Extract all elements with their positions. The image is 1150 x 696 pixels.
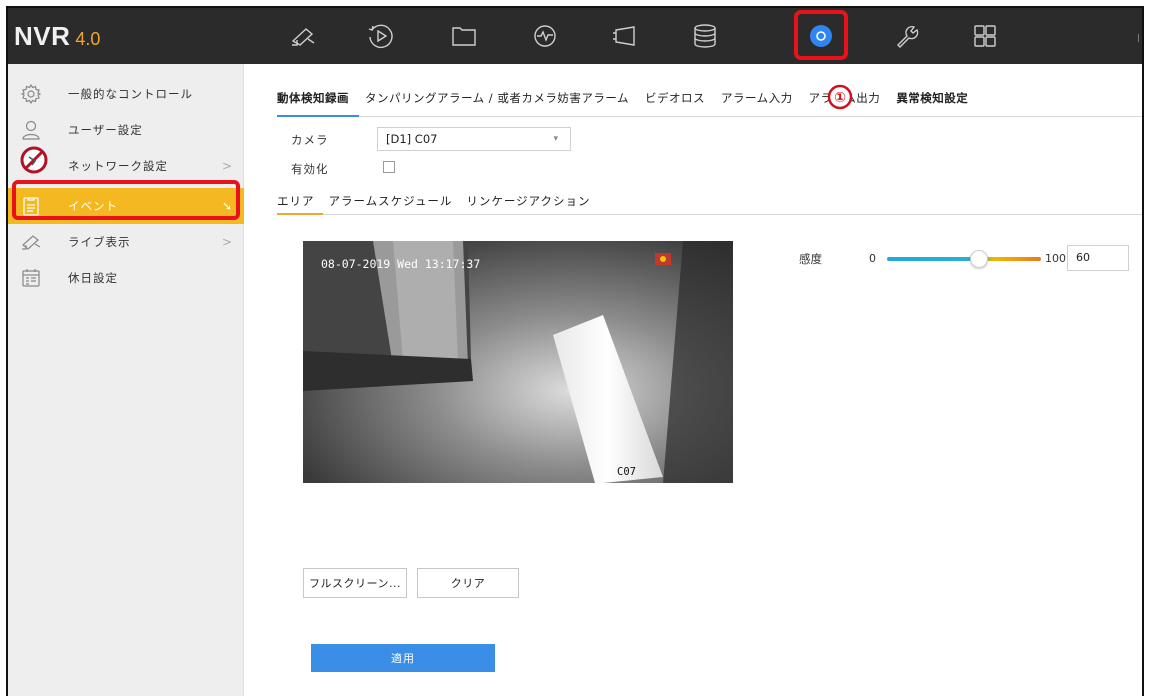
enable-checkbox[interactable]	[383, 161, 395, 173]
subtab-linkage-action[interactable]: リンケージアクション	[466, 193, 590, 209]
tabs-divider	[277, 116, 1142, 117]
sidebar-item-live-view[interactable]: ライブ表示 >	[8, 224, 244, 260]
sensitivity-label: 感度	[799, 252, 822, 266]
annotation-marker: ①	[827, 84, 853, 110]
enable-label: 有効化	[291, 162, 329, 176]
sensitivity-slider[interactable]	[887, 250, 1041, 268]
tab-exception[interactable]: 異常検知設定	[896, 90, 968, 106]
tab-alarm-input[interactable]: アラーム入力	[721, 90, 793, 106]
playback-icon[interactable]	[361, 18, 401, 54]
annotation-marker-text: ①	[834, 90, 846, 106]
storage-icon[interactable]	[685, 18, 725, 54]
topbar-edge-mark	[1138, 34, 1142, 42]
camera-select-value: [D1] C07	[386, 132, 438, 146]
camera-select[interactable]: [D1] C07 ▾	[377, 127, 571, 151]
camera-management-icon[interactable]	[605, 18, 645, 54]
live-view-camera-icon[interactable]	[283, 18, 323, 54]
brand-version: 4.0	[75, 29, 101, 49]
smart-analysis-icon[interactable]	[525, 18, 565, 54]
top-bar: NVR 4.0	[8, 8, 1142, 64]
calendar-icon	[20, 267, 42, 289]
sidebar-item-label: ライブ表示	[68, 235, 131, 249]
tab-motion-detection[interactable]: 動体検知録画	[277, 90, 349, 106]
apply-button[interactable]: 適用	[311, 644, 495, 672]
chevron-right-icon: >	[222, 159, 233, 173]
sidebar-item-user[interactable]: ユーザー設定	[8, 112, 244, 148]
maintenance-wrench-icon[interactable]	[887, 18, 927, 54]
tab-tampering-alarm[interactable]: タンパリングアラーム / 或者カメラ妨害アラーム	[365, 90, 629, 106]
video-channel-name: C07	[617, 466, 636, 478]
fullscreen-button[interactable]: フルスクリーン...	[303, 568, 407, 598]
sidebar-item-label: 一般的なコントロール	[68, 87, 193, 101]
subtabs-divider	[277, 214, 1142, 215]
subtab-alarm-schedule[interactable]: アラームスケジュール	[329, 193, 453, 209]
active-tab-indicator	[277, 115, 359, 117]
camera-icon	[20, 231, 42, 253]
sidebar-item-label: 休日設定	[68, 271, 118, 285]
sidebar-item-holiday[interactable]: 休日設定	[8, 260, 244, 296]
gear-outline-icon	[20, 83, 42, 105]
apps-grid-icon[interactable]	[965, 18, 1005, 54]
main-panel: 動体検知録画 タンパリングアラーム / 或者カメラ妨害アラーム ビデオロス アラ…	[245, 64, 1142, 696]
nvr-window: NVR 4.0 一般的なコントロール ユーザー設定 ネットワーク設定 > イベン…	[6, 6, 1144, 696]
chevron-right-icon: >	[222, 235, 233, 249]
sidebar-item-label: ネットワーク設定	[68, 159, 168, 173]
camera-scene	[303, 241, 733, 483]
file-folder-icon[interactable]	[444, 18, 484, 54]
settings-highlight-box	[794, 10, 848, 60]
camera-preview[interactable]: 08-07-2019 Wed 13:17:37 C07	[303, 241, 733, 483]
tab-video-loss[interactable]: ビデオロス	[645, 90, 705, 106]
sidebar-item-general[interactable]: 一般的なコントロール	[8, 76, 244, 112]
recording-indicator-icon	[655, 253, 671, 265]
settings-subtabs: エリア アラームスケジュール リンケージアクション	[277, 193, 605, 209]
brand-name: NVR	[14, 21, 71, 51]
sidebar-item-label: ユーザー設定	[68, 123, 143, 137]
active-subtab-indicator	[277, 213, 323, 215]
chevron-down-icon: ▾	[553, 134, 558, 144]
event-highlight-box	[12, 180, 240, 220]
sidebar: 一般的なコントロール ユーザー設定 ネットワーク設定 > イベント ➘ ライブ表…	[8, 64, 244, 696]
sensitivity-min: 0	[869, 252, 876, 265]
camera-label: カメラ	[291, 133, 329, 147]
clear-button[interactable]: クリア	[417, 568, 519, 598]
event-tabs: 動体検知録画 タンパリングアラーム / 或者カメラ妨害アラーム ビデオロス アラ…	[277, 90, 984, 106]
network-prohibited-icon	[20, 146, 48, 174]
user-icon	[20, 119, 42, 141]
sensitivity-value-input[interactable]: 60	[1067, 245, 1129, 271]
sensitivity-max: 100	[1045, 252, 1066, 265]
sensitivity-slider-thumb[interactable]	[970, 250, 989, 268]
video-timestamp: 08-07-2019 Wed 13:17:37	[321, 257, 481, 271]
app-logo: NVR 4.0	[14, 18, 100, 54]
subtab-area[interactable]: エリア	[277, 193, 315, 209]
